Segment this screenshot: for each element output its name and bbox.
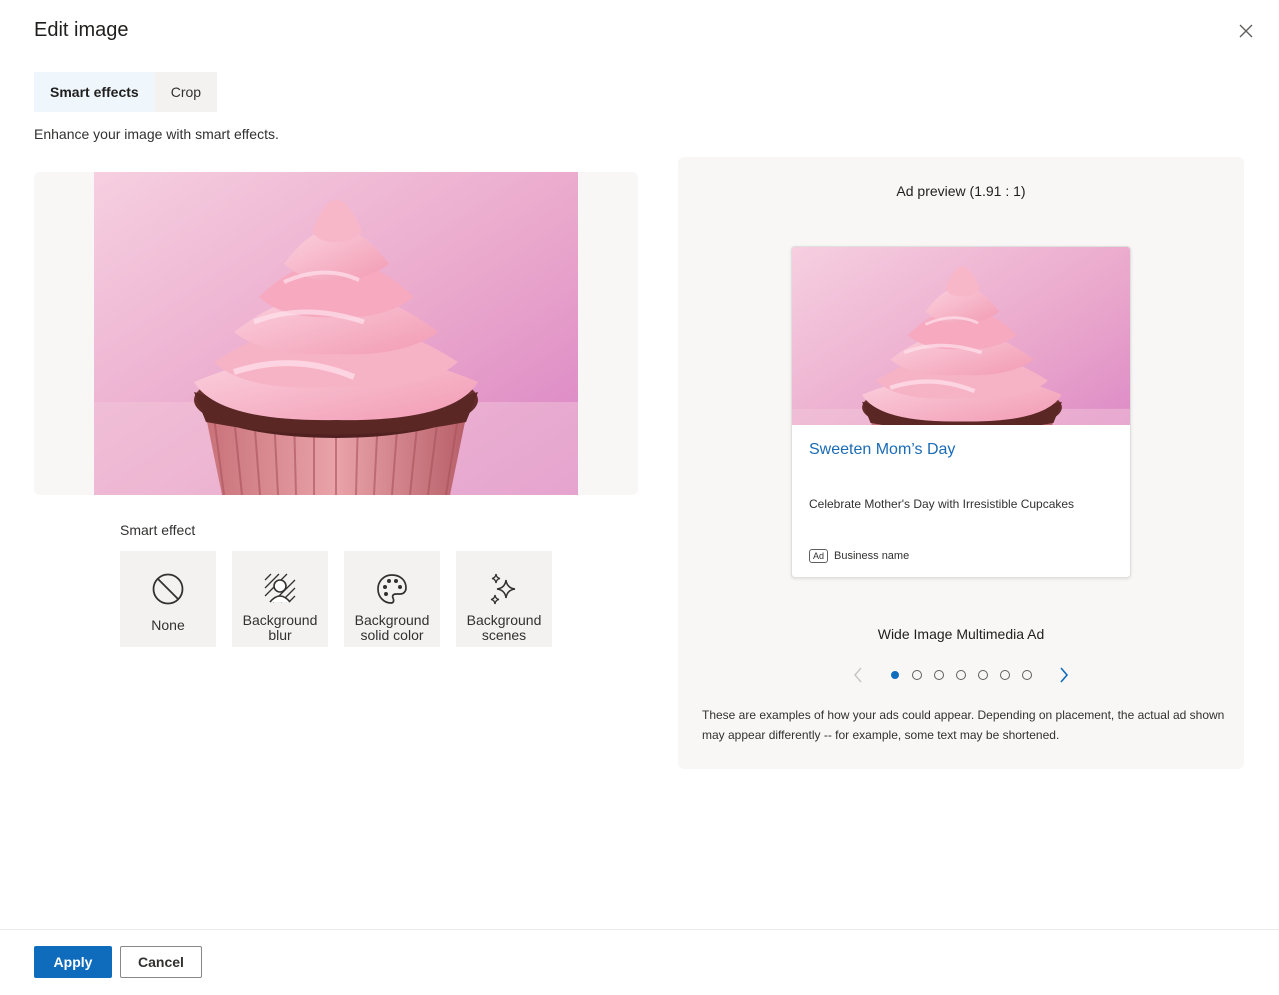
carousel-dot[interactable] <box>1000 670 1010 680</box>
preview-carousel <box>678 665 1244 685</box>
smart-effect-label: Smart effect <box>120 522 196 538</box>
effect-background-scenes-label: Background scenes <box>466 612 542 643</box>
cupcake-image <box>94 172 578 495</box>
background-blur-icon <box>262 571 298 607</box>
footer-divider <box>0 929 1279 930</box>
ad-image <box>792 247 1131 425</box>
effect-background-scenes-button[interactable]: Background scenes <box>456 551 552 647</box>
carousel-dot[interactable] <box>934 670 944 680</box>
prohibited-icon <box>150 571 186 607</box>
effect-background-solid-color-button[interactable]: Background solid color <box>344 551 440 647</box>
next-button[interactable] <box>1050 665 1078 685</box>
apply-button[interactable]: Apply <box>34 946 112 978</box>
close-icon <box>1239 24 1253 38</box>
palette-icon <box>374 571 410 607</box>
image-editor-canvas <box>34 172 638 495</box>
effect-background-blur-label: Background blur <box>242 612 318 643</box>
effect-background-solid-color-label: Background solid color <box>354 612 430 643</box>
cancel-button[interactable]: Cancel <box>120 946 202 978</box>
ad-description: Celebrate Mother's Day with Irresistible… <box>809 497 1075 511</box>
smart-effect-options: None Background blur Background solid colo… <box>120 551 552 647</box>
tab-smart-effects[interactable]: Smart effects <box>34 72 155 112</box>
description-text: Enhance your image with smart effects. <box>34 126 279 142</box>
carousel-dots <box>872 670 1050 680</box>
ad-preview-card: Sweeten Mom’s Day Celebrate Mother's Day… <box>791 246 1131 578</box>
ad-business-name: Business name <box>834 550 910 562</box>
carousel-dot[interactable] <box>891 671 899 679</box>
ad-preview-title: Ad preview (1.91 : 1) <box>896 183 1026 199</box>
ad-format-label: Wide Image Multimedia Ad <box>877 626 1045 642</box>
chevron-right-icon <box>1060 667 1069 683</box>
chevron-left-icon <box>854 667 862 683</box>
carousel-dot[interactable] <box>978 670 988 680</box>
sparkle-icon <box>486 571 522 607</box>
dialog-title: Edit image <box>34 19 129 41</box>
effect-background-blur-button[interactable]: Background blur <box>232 551 328 647</box>
close-button[interactable] <box>1234 19 1258 43</box>
tab-list: Smart effects Crop <box>34 72 218 112</box>
previous-button[interactable] <box>844 665 872 685</box>
effect-none-label: None <box>151 617 185 633</box>
carousel-dot[interactable] <box>912 670 922 680</box>
ad-badge: Ad <box>809 549 829 563</box>
preview-disclaimer: These are examples of how your ads could… <box>702 708 1225 742</box>
effect-none-button[interactable]: None <box>120 551 216 647</box>
ad-preview-panel: Ad preview (1.91 : 1) Sweeten Mom’s Day … <box>678 157 1244 769</box>
tab-crop[interactable]: Crop <box>154 72 218 112</box>
carousel-dot[interactable] <box>956 670 966 680</box>
carousel-dot[interactable] <box>1022 670 1032 680</box>
ad-headline: Sweeten Mom’s Day <box>809 441 956 458</box>
